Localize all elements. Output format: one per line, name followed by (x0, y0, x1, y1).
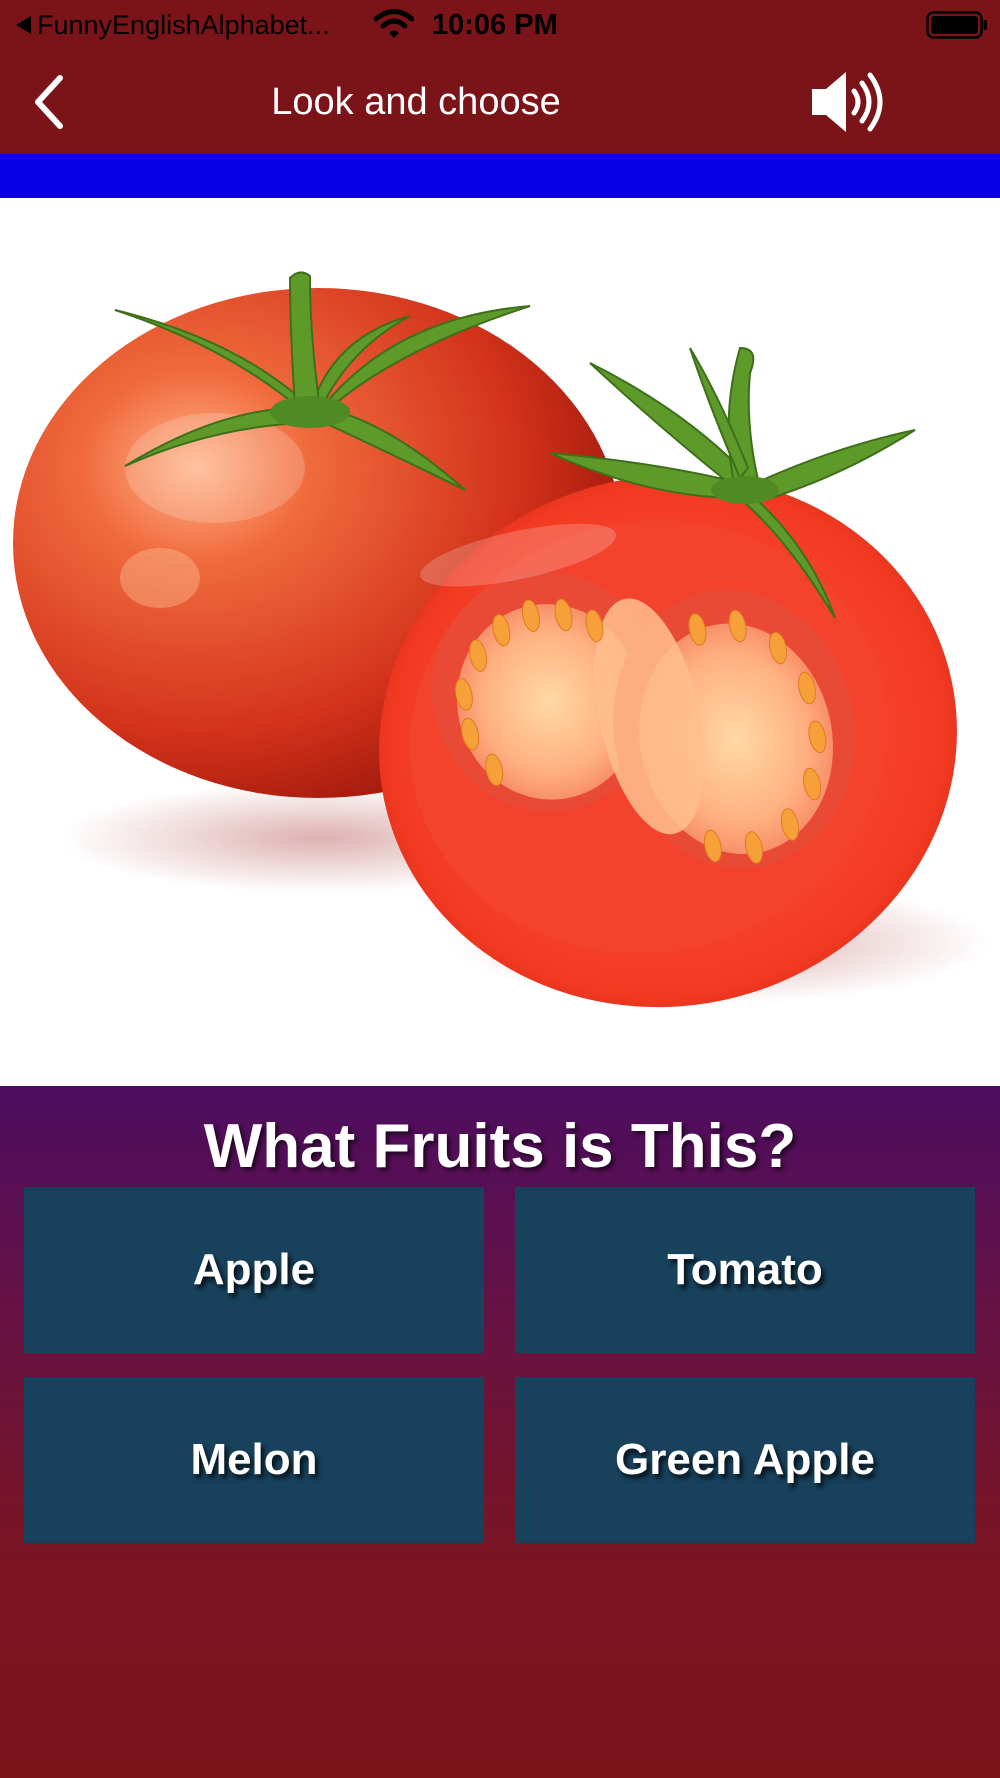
speaker-icon (812, 72, 883, 132)
status-back-app-label: FunnyEnglishAlphabet... (37, 9, 330, 40)
status-bar: FunnyEnglishAlphabet... 10:06 PM (0, 0, 1000, 50)
answer-button-apple[interactable]: Apple (24, 1187, 484, 1353)
tomato-image (13, 271, 990, 1008)
progress-strip (0, 154, 1000, 198)
status-back-to-app[interactable]: FunnyEnglishAlphabet... (16, 6, 330, 44)
answer-button-melon[interactable]: Melon (24, 1377, 484, 1543)
answer-label: Tomato (667, 1245, 823, 1294)
nav-bar: Look and choose (0, 50, 1000, 154)
wifi-icon (374, 9, 414, 38)
question-text: What Fruits is This? (203, 1112, 797, 1181)
answer-label: Green Apple (615, 1435, 875, 1484)
question-image-panel (0, 198, 1000, 1086)
answer-button-green-apple[interactable]: Green Apple (515, 1377, 975, 1543)
page-title: Look and choose (271, 81, 561, 123)
answer-label: Apple (192, 1245, 316, 1294)
answer-button-tomato[interactable]: Tomato (515, 1187, 975, 1353)
battery-icon (926, 11, 987, 39)
status-time: 10:06 PM (432, 9, 558, 41)
back-triangle-icon (16, 16, 31, 34)
sound-button[interactable] (808, 64, 888, 140)
answer-label: Melon (190, 1435, 318, 1484)
quiz-panel: What Fruits is This? Apple Tomato Melon … (0, 1086, 1000, 1778)
